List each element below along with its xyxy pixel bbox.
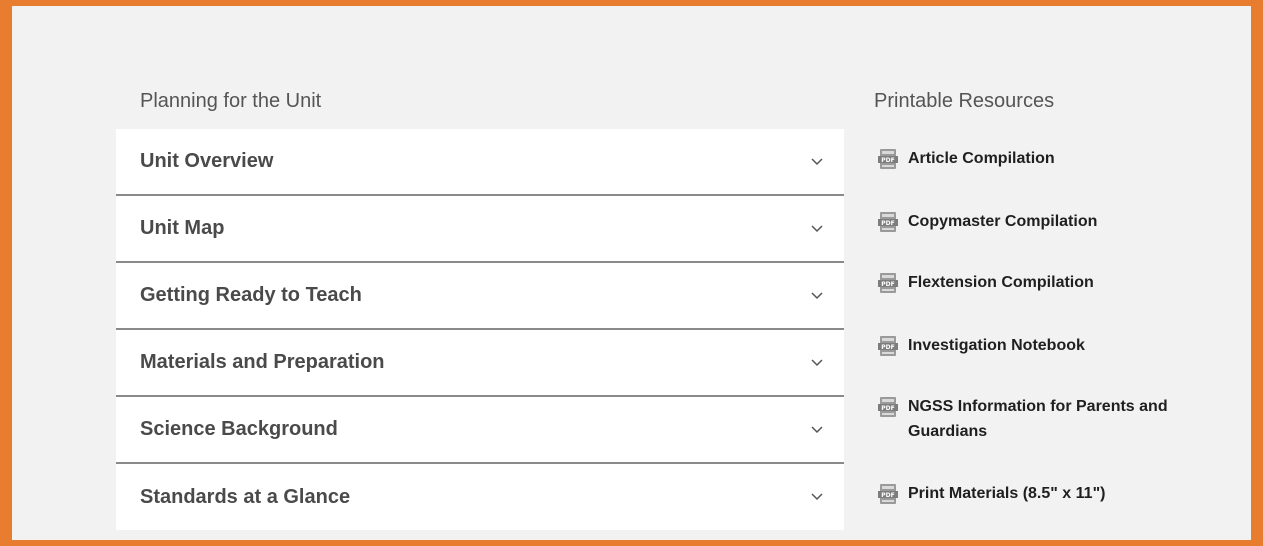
resource-label: Investigation Notebook	[908, 337, 1085, 354]
pdf-icon: PDF	[878, 212, 898, 232]
resource-label: Flextension Compilation	[908, 274, 1094, 291]
accordion-item-label: Materials and Preparation	[140, 351, 385, 373]
pdf-icon: PDF	[878, 273, 898, 293]
planning-accordion: Unit Overview Unit Map Getting Ready to …	[116, 129, 844, 530]
resource-link-article-compilation[interactable]: PDF Article Compilation	[876, 146, 1228, 171]
chevron-down-icon	[810, 423, 824, 437]
resource-link-investigation-notebook[interactable]: PDF Investigation Notebook	[876, 333, 1228, 358]
svg-text:PDF: PDF	[881, 157, 894, 164]
accordion-item-getting-ready[interactable]: Getting Ready to Teach	[116, 263, 844, 330]
pdf-icon: PDF	[878, 397, 898, 417]
accordion-item-materials[interactable]: Materials and Preparation	[116, 330, 844, 397]
resources-heading: Printable Resources	[874, 90, 1055, 112]
pdf-icon: PDF	[878, 484, 898, 504]
accordion-item-standards[interactable]: Standards at a Glance	[116, 464, 844, 530]
svg-text:PDF: PDF	[881, 220, 894, 227]
resource-link-print-materials[interactable]: PDF Print Materials (8.5" x 11")	[876, 481, 1228, 506]
svg-text:PDF: PDF	[881, 281, 894, 288]
svg-text:PDF: PDF	[881, 405, 894, 412]
chevron-down-icon	[810, 289, 824, 303]
resource-link-flextension-compilation[interactable]: PDF Flextension Compilation	[876, 270, 1228, 295]
svg-text:PDF: PDF	[881, 492, 894, 499]
resource-label: NGSS Information for Parents and Guardia…	[908, 398, 1168, 440]
chevron-down-icon	[810, 356, 824, 370]
pdf-icon: PDF	[878, 149, 898, 169]
resource-link-ngss-information[interactable]: PDF NGSS Information for Parents and Gua…	[876, 394, 1228, 444]
accordion-item-label: Getting Ready to Teach	[140, 284, 362, 306]
chevron-down-icon	[810, 490, 824, 504]
svg-text:PDF: PDF	[881, 344, 894, 351]
chevron-down-icon	[810, 222, 824, 236]
chevron-down-icon	[810, 155, 824, 169]
resource-link-copymaster-compilation[interactable]: PDF Copymaster Compilation	[876, 209, 1228, 234]
resource-label: Print Materials (8.5" x 11")	[908, 485, 1106, 502]
resource-label: Copymaster Compilation	[908, 213, 1098, 230]
resource-label: Article Compilation	[908, 150, 1055, 167]
accordion-item-science-background[interactable]: Science Background	[116, 397, 844, 464]
content-panel: Planning for the Unit Unit Overview Unit…	[0, 0, 1263, 546]
accordion-item-label: Unit Map	[140, 217, 225, 239]
accordion-item-unit-overview[interactable]: Unit Overview	[116, 129, 844, 196]
accordion-item-unit-map[interactable]: Unit Map	[116, 196, 844, 263]
accordion-item-label: Science Background	[140, 418, 338, 440]
accordion-item-label: Standards at a Glance	[140, 485, 351, 508]
planning-heading: Planning for the Unit	[140, 90, 322, 112]
accordion-item-label: Unit Overview	[140, 150, 274, 172]
pdf-icon: PDF	[878, 336, 898, 356]
